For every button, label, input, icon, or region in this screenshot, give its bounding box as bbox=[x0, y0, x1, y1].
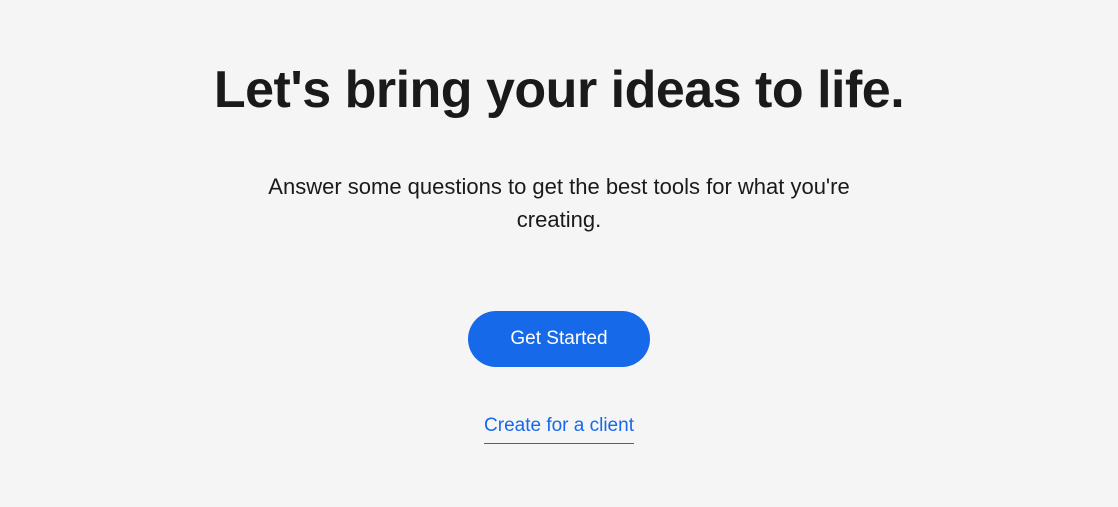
page-subheading: Answer some questions to get the best to… bbox=[239, 170, 879, 236]
get-started-button[interactable]: Get Started bbox=[468, 311, 649, 367]
page-heading: Let's bring your ideas to life. bbox=[214, 60, 904, 120]
create-for-client-link[interactable]: Create for a client bbox=[484, 415, 634, 444]
